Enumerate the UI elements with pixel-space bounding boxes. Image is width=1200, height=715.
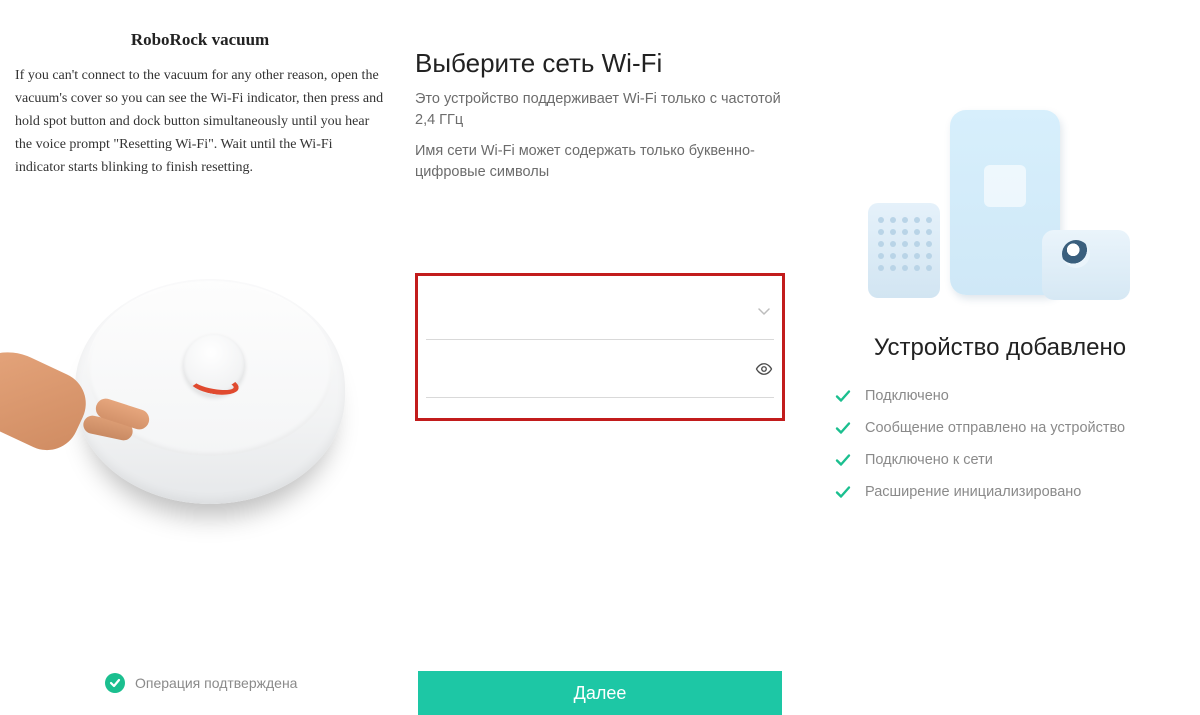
check-icon	[835, 388, 851, 404]
wifi-form-highlight	[415, 273, 785, 421]
wifi-ssid-input[interactable]	[426, 298, 754, 323]
wifi-ssid-field[interactable]	[426, 282, 774, 340]
setup-step: Сообщение отправлено на устройство	[835, 420, 1185, 436]
next-button-label: Далее	[574, 683, 627, 704]
wifi-name-note: Имя сети Wi-Fi может содержать только бу…	[415, 141, 785, 183]
operation-confirmed-label: Операция подтверждена	[135, 675, 297, 691]
setup-step-label: Подключено	[865, 388, 949, 404]
chevron-down-icon[interactable]	[754, 301, 774, 321]
device-name-heading: RoboRock vacuum	[15, 30, 385, 50]
wifi-select-heading: Выберите сеть Wi-Fi	[415, 48, 785, 79]
wifi-password-field[interactable]	[426, 340, 774, 398]
setup-step: Подключено к сети	[835, 452, 1185, 468]
setup-step-label: Сообщение отправлено на устройство	[865, 420, 1125, 436]
setup-steps-list: Подключено Сообщение отправлено на устро…	[815, 388, 1185, 500]
reset-instructions: If you can't connect to the vacuum for a…	[15, 64, 385, 179]
operation-confirmed-row[interactable]: Операция подтверждена	[105, 673, 297, 693]
check-icon	[835, 452, 851, 468]
device-added-heading: Устройство добавлено	[815, 334, 1185, 362]
eye-icon[interactable]	[754, 359, 774, 379]
setup-step-label: Расширение инициализировано	[865, 484, 1081, 500]
setup-step-label: Подключено к сети	[865, 452, 993, 468]
check-icon	[835, 420, 851, 436]
vacuum-illustration	[15, 259, 355, 519]
check-circle-icon	[105, 673, 125, 693]
devices-illustration	[880, 110, 1120, 310]
check-icon	[835, 484, 851, 500]
wifi-password-input[interactable]	[426, 356, 754, 381]
next-button[interactable]: Далее	[418, 671, 782, 715]
setup-step: Расширение инициализировано	[835, 484, 1185, 500]
setup-step: Подключено	[835, 388, 1185, 404]
wifi-freq-note: Это устройство поддерживает Wi-Fi только…	[415, 89, 785, 131]
